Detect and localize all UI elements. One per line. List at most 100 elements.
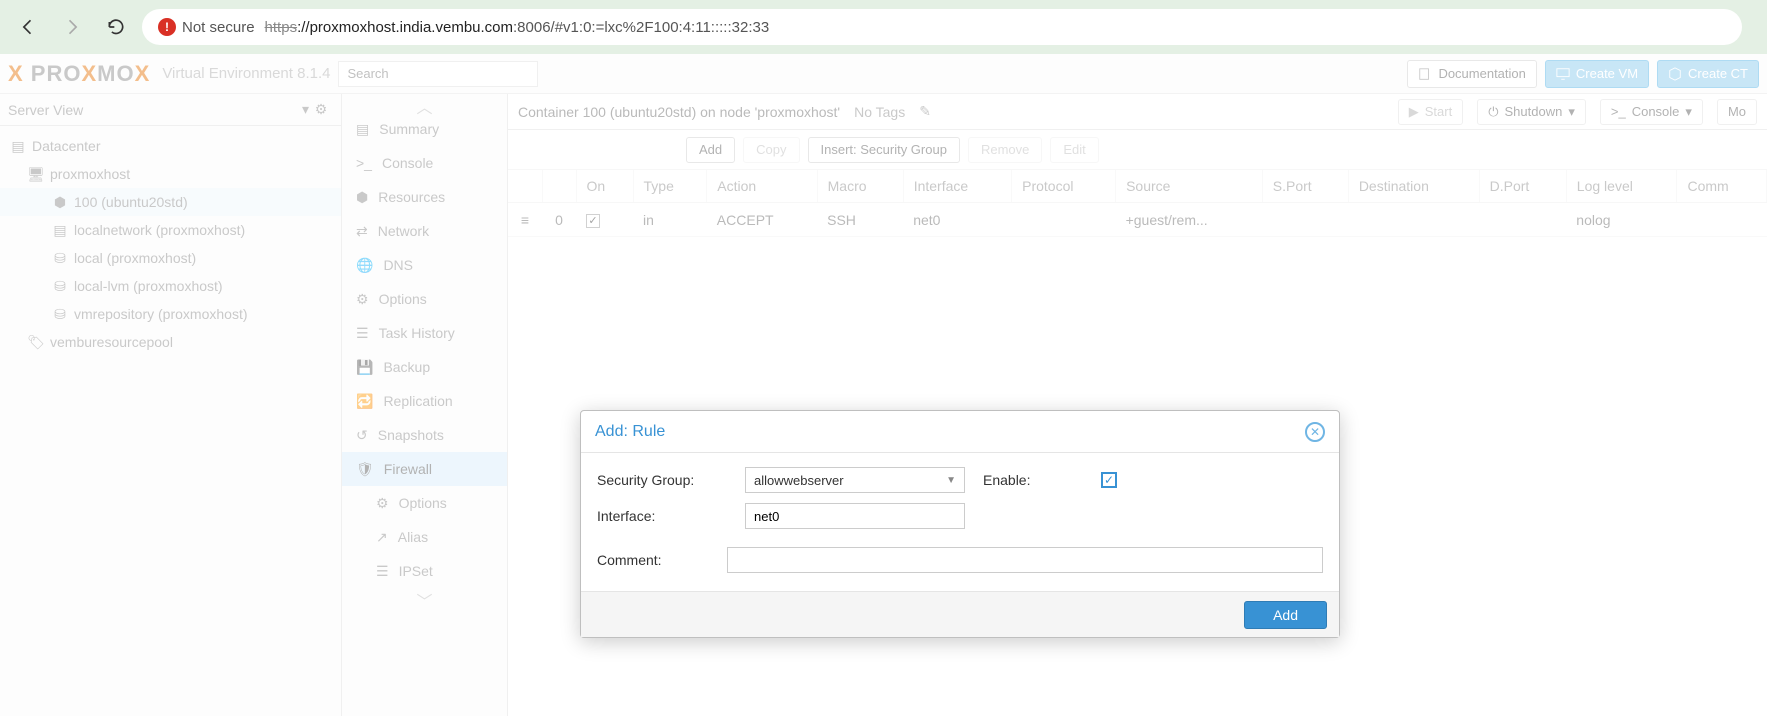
nav-item-console[interactable]: >_Console xyxy=(342,146,507,180)
book-icon xyxy=(1418,67,1432,81)
forward-button[interactable] xyxy=(54,9,90,45)
documentation-button[interactable]: Documentation xyxy=(1407,60,1536,88)
nav-item-label: Snapshots xyxy=(378,427,444,443)
url-bar[interactable]: ! Not secure https://proxmoxhost.india.v… xyxy=(142,9,1742,45)
nav-item-firewall[interactable]: 🛡Firewall xyxy=(342,452,507,486)
cube-icon: ⬢ xyxy=(356,189,368,206)
column-header[interactable] xyxy=(508,170,542,203)
nav-item-replication[interactable]: 🔁Replication xyxy=(342,384,507,418)
nav-item-snapshots[interactable]: ↺Snapshots xyxy=(342,418,507,452)
tree-view-selector[interactable]: Server View ▾ ⚙ xyxy=(0,94,341,126)
cube-icon xyxy=(1668,67,1682,81)
tree-node[interactable]: 🏷vemburesourcepool xyxy=(0,328,341,356)
table-cell: SSH xyxy=(817,203,903,237)
shutdown-button[interactable]: ⏻Shutdown ▾ xyxy=(1477,99,1586,125)
table-row[interactable]: ≡0inACCEPTSSHnet0+guest/rem...nolog xyxy=(508,203,1767,237)
resource-tree: ▤Datacenter🖥proxmoxhost ⬢ 100 (ubuntu20std… xyxy=(0,126,341,362)
add-rule-button[interactable]: Add xyxy=(686,137,735,163)
nav-item-backup[interactable]: 💾Backup xyxy=(342,350,507,384)
tree-settings-button[interactable]: ⚙ xyxy=(309,101,333,118)
column-header[interactable]: On xyxy=(576,170,633,203)
comment-input[interactable] xyxy=(727,547,1323,573)
copy-rule-button[interactable]: Copy xyxy=(743,137,799,163)
nav-item-dns[interactable]: 🌐DNS xyxy=(342,248,507,282)
create-ct-button[interactable]: Create CT xyxy=(1657,60,1759,88)
nav-item-ipset[interactable]: ☰IPSet xyxy=(342,554,507,588)
nav-item-options[interactable]: ⚙Options xyxy=(342,282,507,316)
interface-input[interactable] xyxy=(745,503,965,529)
retweet-icon: 🔁 xyxy=(356,393,373,410)
table-cell: ≡ xyxy=(508,203,542,237)
add-rule-modal: Add: Rule ✕ Security Group: allowwebserv… xyxy=(580,410,1340,638)
nav-item-summary[interactable]: ▤Summary xyxy=(342,112,507,146)
chevron-down-icon: ▼ xyxy=(946,475,956,486)
resource-tree-panel: Server View ▾ ⚙ ▤Datacenter🖥proxmoxhost⬢… xyxy=(0,94,342,716)
global-search-input[interactable] xyxy=(338,61,538,87)
column-header[interactable]: Macro xyxy=(817,170,903,203)
column-header[interactable]: Comm xyxy=(1677,170,1767,203)
more-button[interactable]: Mo xyxy=(1717,99,1757,125)
column-header[interactable]: Action xyxy=(707,170,817,203)
reload-button[interactable] xyxy=(98,9,134,45)
back-button[interactable] xyxy=(10,9,46,45)
security-group-value: allowwebserver xyxy=(754,473,844,488)
close-modal-button[interactable]: ✕ xyxy=(1305,422,1325,442)
nav-item-alias[interactable]: ↗Alias xyxy=(342,520,507,554)
lxc-icon: ⬢ xyxy=(52,194,68,210)
chevron-down-icon: ▾ xyxy=(302,101,309,118)
tree-node-label: vemburesourcepool xyxy=(50,334,173,350)
enable-checkbox[interactable] xyxy=(586,214,600,228)
tree-node-label: 100 (ubuntu20std) xyxy=(74,194,188,210)
create-vm-label: Create VM xyxy=(1576,66,1638,81)
table-cell xyxy=(1479,203,1566,237)
edit-rule-button[interactable]: Edit xyxy=(1050,137,1098,163)
tree-node[interactable]: ⛁vmrepository (proxmoxhost) xyxy=(0,300,341,328)
nav-item-options[interactable]: ⚙Options xyxy=(342,486,507,520)
scroll-down-button[interactable]: ﹀ xyxy=(342,588,507,606)
tree-node[interactable]: 🖥proxmoxhost xyxy=(0,160,341,188)
column-header[interactable]: S.Port xyxy=(1262,170,1348,203)
column-header[interactable]: Protocol xyxy=(1012,170,1116,203)
nav-item-label: Network xyxy=(378,223,429,239)
console-button[interactable]: >_Console ▾ xyxy=(1600,99,1703,125)
no-tags-label: No Tags xyxy=(854,104,905,120)
column-header[interactable]: Source xyxy=(1116,170,1263,203)
table-cell: ACCEPT xyxy=(707,203,817,237)
column-header[interactable]: Log level xyxy=(1566,170,1677,203)
column-header[interactable]: Destination xyxy=(1348,170,1479,203)
tree-node[interactable]: ▤localnetwork (proxmoxhost) xyxy=(0,216,341,244)
column-header[interactable]: D.Port xyxy=(1479,170,1566,203)
security-indicator[interactable]: ! Not secure xyxy=(158,18,255,36)
book-icon: ▤ xyxy=(356,121,369,138)
nav-item-label: Console xyxy=(382,155,433,171)
modal-add-button[interactable]: Add xyxy=(1244,601,1327,629)
table-cell: net0 xyxy=(903,203,1011,237)
tree-node[interactable]: ⛁local (proxmoxhost) xyxy=(0,244,341,272)
column-header[interactable]: Interface xyxy=(903,170,1011,203)
insert-secgroup-button[interactable]: Insert: Security Group xyxy=(808,137,960,163)
exchange-icon: ⇄ xyxy=(356,223,368,240)
nav-item-resources[interactable]: ⬢Resources xyxy=(342,180,507,214)
remove-rule-button[interactable]: Remove xyxy=(968,137,1042,163)
column-header[interactable] xyxy=(542,170,576,203)
tree-node[interactable]: ⛁local-lvm (proxmoxhost) xyxy=(0,272,341,300)
enable-checkbox[interactable]: ✓ xyxy=(1101,472,1117,488)
view-label: Server View xyxy=(8,102,302,118)
nav-item-network[interactable]: ⇄ Network xyxy=(342,214,507,248)
column-header[interactable]: Type xyxy=(633,170,707,203)
sdn-icon: ▤ xyxy=(52,222,68,238)
edit-tags-icon[interactable]: ✎ xyxy=(919,103,931,120)
tree-node[interactable]: ⬢ 100 (ubuntu20std) xyxy=(0,188,341,216)
security-group-select[interactable]: allowwebserver ▼ xyxy=(745,467,965,493)
power-icon: ⏻ xyxy=(1488,104,1498,120)
documentation-label: Documentation xyxy=(1438,66,1525,81)
nav-item-task-history[interactable]: ☰Task History xyxy=(342,316,507,350)
content-header: Container 100 (ubuntu20std) on node 'pro… xyxy=(508,94,1767,130)
table-cell: nolog xyxy=(1566,203,1677,237)
tree-node[interactable]: ▤Datacenter xyxy=(0,132,341,160)
create-vm-button[interactable]: Create VM xyxy=(1545,60,1649,88)
nav-item-label: IPSet xyxy=(399,563,433,579)
start-button[interactable]: ▶Start xyxy=(1398,99,1463,125)
firewall-rules-table: OnTypeActionMacroInterfaceProtocolSource… xyxy=(508,170,1767,237)
scroll-up-button[interactable]: ︿ xyxy=(342,94,507,112)
